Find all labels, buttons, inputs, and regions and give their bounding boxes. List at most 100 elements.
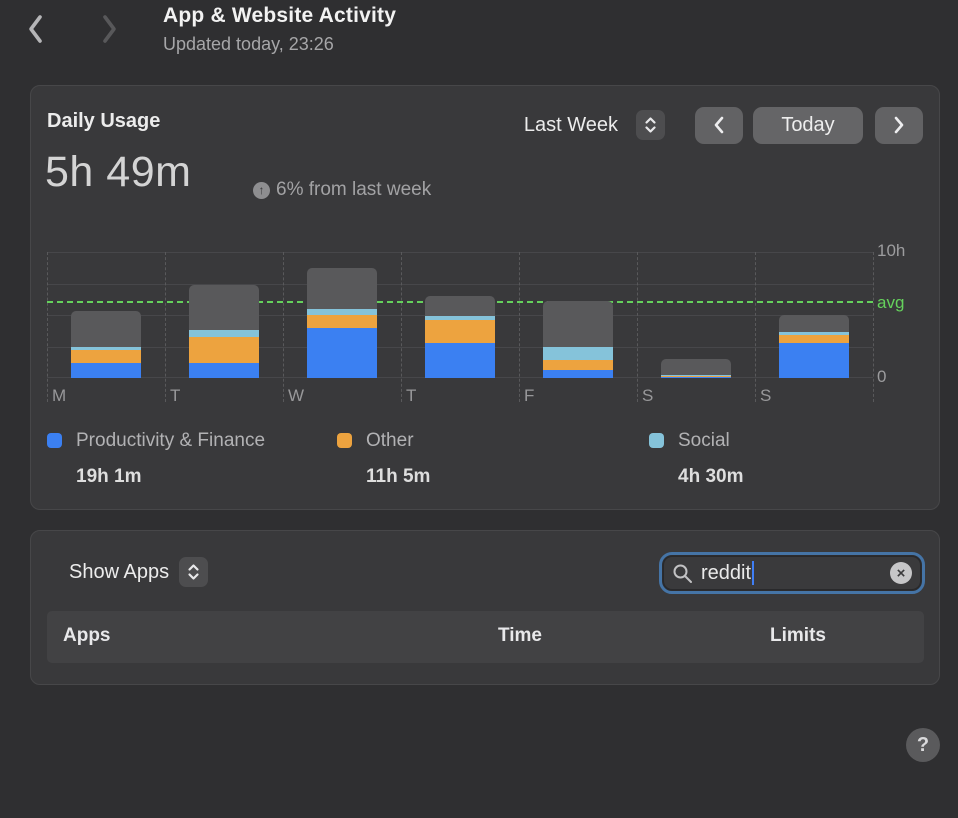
- apps-list-card: Show Apps reddit × Apps Time Limits: [30, 530, 940, 685]
- day-label: T: [406, 386, 416, 406]
- usage-bar[interactable]: [71, 311, 141, 378]
- day-divider: [755, 252, 756, 402]
- chart-plot: MTWTFSS: [47, 252, 873, 378]
- apps-table-header-row: Apps Time Limits: [47, 611, 924, 663]
- average-line-label: avg: [877, 293, 904, 313]
- back-button[interactable]: [24, 12, 48, 46]
- day-divider: [873, 252, 874, 402]
- bar-segment: [71, 363, 141, 378]
- page-title: App & Website Activity: [163, 4, 396, 28]
- chevron-left-icon: [716, 118, 722, 132]
- next-period-button[interactable]: [875, 107, 923, 144]
- text-cursor: [752, 561, 754, 585]
- bar-segment: [543, 370, 613, 378]
- chevron-right-icon: [105, 17, 114, 41]
- legend-item-social: Social: [649, 430, 730, 452]
- trend-text: 6% from last week: [276, 179, 431, 201]
- bar-segment: [425, 296, 495, 316]
- day-divider: [519, 252, 520, 402]
- y-axis-min-label: 0: [877, 367, 886, 387]
- legend-value-social: 4h 30m: [678, 466, 743, 488]
- day-label: T: [170, 386, 180, 406]
- forward-button[interactable]: [97, 12, 121, 46]
- legend-swatch-productivity: [47, 433, 62, 448]
- legend-swatch-other: [337, 433, 352, 448]
- bar-segment: [189, 330, 259, 338]
- period-selected-value: Last Week: [524, 114, 618, 137]
- last-updated-text: Updated today, 23:26: [163, 34, 334, 55]
- legend-label: Productivity & Finance: [76, 430, 265, 452]
- legend-item-other: Other: [337, 430, 414, 452]
- bar-segment: [307, 268, 377, 308]
- bar-segment: [779, 343, 849, 378]
- gridline: [47, 252, 873, 253]
- show-apps-label: Show Apps: [69, 561, 169, 584]
- column-header-apps: Apps: [63, 625, 111, 647]
- usage-bar[interactable]: [543, 301, 613, 378]
- day-label: S: [642, 386, 653, 406]
- usage-bar[interactable]: [661, 359, 731, 379]
- bar-segment: [779, 335, 849, 343]
- gridline: [47, 284, 873, 285]
- search-input[interactable]: reddit ×: [663, 556, 921, 590]
- previous-period-button[interactable]: [695, 107, 743, 144]
- bar-segment: [425, 320, 495, 343]
- column-header-limits: Limits: [763, 625, 833, 647]
- day-divider: [47, 252, 48, 402]
- bar-segment: [189, 363, 259, 378]
- day-label: M: [52, 386, 66, 406]
- show-apps-dropdown[interactable]: Show Apps: [69, 557, 208, 587]
- bar-segment: [543, 301, 613, 346]
- search-icon: [672, 563, 693, 584]
- search-input-value: reddit: [701, 562, 751, 585]
- daily-usage-title: Daily Usage: [47, 110, 160, 133]
- bar-segment: [779, 315, 849, 332]
- clear-search-button[interactable]: ×: [890, 562, 912, 584]
- bar-segment: [189, 285, 259, 330]
- chevron-right-icon: [896, 118, 902, 132]
- day-divider: [637, 252, 638, 402]
- day-divider: [401, 252, 402, 402]
- daily-usage-card: Daily Usage Last Week Today 5h 49m ↑ 6% …: [30, 85, 940, 510]
- legend-item-productivity: Productivity & Finance: [47, 430, 265, 452]
- bar-segment: [543, 347, 613, 360]
- bar-segment: [71, 350, 141, 363]
- bar-segment: [189, 337, 259, 363]
- updown-chevrons-icon: [643, 116, 658, 134]
- day-divider: [165, 252, 166, 402]
- legend-swatch-social: [649, 433, 664, 448]
- chevron-left-icon: [31, 17, 40, 41]
- bar-segment: [307, 328, 377, 378]
- day-label: S: [760, 386, 771, 406]
- period-dropdown-stepper[interactable]: [636, 110, 665, 140]
- bar-segment: [425, 343, 495, 378]
- usage-bar[interactable]: [425, 296, 495, 378]
- show-apps-stepper[interactable]: [179, 557, 208, 587]
- period-controls: Last Week Today: [524, 106, 923, 144]
- y-axis-max-label: 10h: [877, 241, 905, 261]
- legend-label: Social: [678, 430, 730, 452]
- day-divider: [283, 252, 284, 402]
- bar-segment: [661, 359, 731, 375]
- column-header-time: Time: [485, 625, 555, 647]
- trend-row: ↑ 6% from last week: [253, 179, 431, 201]
- updown-chevrons-icon: [186, 563, 201, 581]
- legend-value-other: 11h 5m: [366, 466, 430, 488]
- bar-segment: [71, 311, 141, 346]
- bar-segment: [307, 315, 377, 328]
- help-button[interactable]: ?: [906, 728, 940, 762]
- usage-bar[interactable]: [307, 268, 377, 378]
- screen-time-window: { "header": { "title": "App & Website Ac…: [0, 0, 958, 818]
- total-usage-value: 5h 49m: [45, 148, 191, 197]
- search-field-focus-ring: reddit ×: [659, 552, 925, 594]
- usage-bar[interactable]: [779, 315, 849, 378]
- legend-label: Other: [366, 430, 414, 452]
- trend-up-arrow-icon: ↑: [253, 182, 270, 199]
- bar-segment: [543, 360, 613, 371]
- day-label: F: [524, 386, 534, 406]
- legend-value-productivity: 19h 1m: [76, 466, 141, 488]
- day-label: W: [288, 386, 304, 406]
- bar-segment: [661, 377, 731, 378]
- today-button[interactable]: Today: [753, 107, 863, 144]
- usage-bar[interactable]: [189, 285, 259, 378]
